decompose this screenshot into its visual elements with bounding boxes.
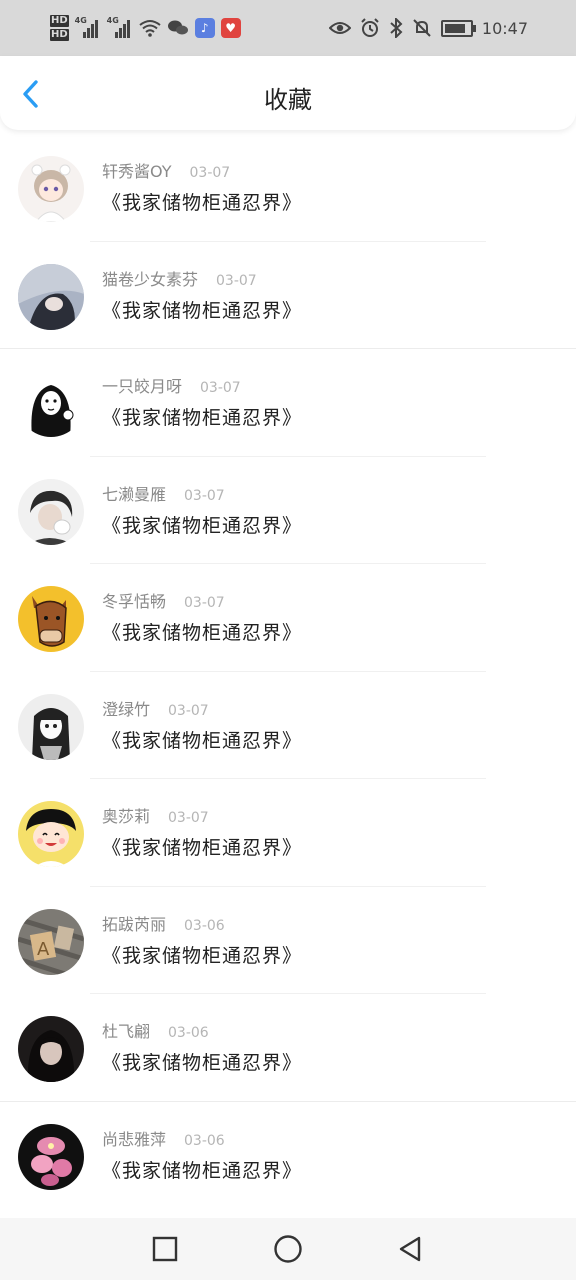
avatar[interactable] [18, 1123, 84, 1190]
avatar[interactable] [18, 801, 84, 867]
favorite-date: 03-07 [168, 810, 209, 826]
avatar[interactable] [18, 478, 84, 545]
list-item[interactable]: 尚悲雅萍 03-06 《我家储物柜通忍界》 [0, 1102, 576, 1210]
system-nav-bar [0, 1218, 576, 1280]
avatar[interactable] [18, 1016, 84, 1082]
list-item[interactable]: 猫卷少女素芬 03-07 《我家储物柜通忍界》 [0, 242, 576, 349]
wechat-icon [167, 20, 188, 35]
favorite-book-title[interactable]: 《我家储物柜通忍界》 [102, 511, 302, 538]
favorites-list: 轩秀酱OY 03-07 《我家储物柜通忍界》 猫卷少女素芬 03-07 《我家储物柜… [0, 134, 576, 1209]
circle-icon [274, 1235, 302, 1263]
status-left: HD HD 4G 4G ♪ ♥ [50, 12, 241, 44]
favorite-book-title[interactable]: 《我家储物柜通忍界》 [102, 296, 302, 323]
hd2-label: HD [50, 29, 69, 41]
favorite-date: 03-06 [168, 1025, 209, 1041]
favorite-user: 轩秀酱OY 03-07 [102, 162, 231, 181]
favorite-user: 冬孚恬畅 03-07 [102, 592, 225, 611]
list-item[interactable]: 冬孚恬畅 03-07 《我家储物柜通忍界》 [0, 564, 576, 672]
signal-1-icon: 4G [74, 16, 101, 38]
square-icon [152, 1236, 178, 1262]
favorite-date: 03-07 [168, 702, 209, 719]
favorite-book-title[interactable]: 《我家储物柜通忍界》 [102, 1156, 302, 1183]
favorite-user: 猫卷少女素芬 03-07 [102, 269, 257, 289]
recent-apps-button[interactable] [148, 1232, 182, 1266]
favorite-user: 尚悲雅萍 03-06 [102, 1129, 225, 1149]
favorite-date: 03-07 [200, 380, 241, 396]
favorite-book-title[interactable]: 《我家储物柜通忍界》 [102, 1048, 302, 1075]
favorite-book-title[interactable]: 《我家储物柜通忍界》 [102, 941, 302, 968]
net2-label: 4G [106, 16, 119, 25]
avatar[interactable] [18, 156, 84, 222]
list-item[interactable]: A 拓跋芮丽 03-06 《我家储物柜通忍界》 [0, 887, 576, 994]
avatar[interactable]: A [18, 908, 84, 975]
avatar[interactable] [18, 263, 84, 330]
status-bar: HD HD 4G 4G ♪ ♥ 10:47 [0, 0, 576, 56]
svg-text:A: A [37, 939, 50, 960]
net1-label: 4G [74, 16, 87, 25]
triangle-left-icon [399, 1236, 421, 1262]
favorite-date: 03-06 [184, 917, 225, 934]
favorite-date: 03-07 [189, 165, 231, 181]
list-item[interactable]: 一只皎月呀 03-07 《我家储物柜通忍界》 [0, 349, 576, 457]
avatar[interactable] [18, 586, 84, 652]
signal-2-icon: 4G [106, 16, 133, 38]
favorite-date: 03-07 [216, 272, 257, 289]
list-item[interactable]: 七濑曼雁 03-07 《我家储物柜通忍界》 [0, 457, 576, 564]
avatar[interactable] [18, 693, 84, 760]
list-item[interactable]: 轩秀酱OY 03-07 《我家储物柜通忍界》 [0, 134, 576, 242]
page-title: 收藏 [264, 86, 312, 114]
favorite-user: 澄绿竹 03-07 [102, 699, 209, 719]
favorite-user: 拓跋芮丽 03-06 [102, 914, 225, 934]
list-item[interactable]: 澄绿竹 03-07 《我家储物柜通忍界》 [0, 672, 576, 779]
mute-bell-icon [413, 19, 431, 37]
alarm-icon [361, 18, 379, 37]
list-item[interactable]: 杜飞翩 03-06 《我家储物柜通忍界》 [0, 994, 576, 1102]
hd-indicator: HD HD [50, 14, 69, 42]
bluetooth-icon [390, 18, 403, 38]
hd1-label: HD [50, 15, 69, 27]
favorite-user: 奥莎莉 03-07 [102, 807, 209, 826]
home-button[interactable] [271, 1232, 305, 1266]
nav-back-button[interactable] [393, 1232, 427, 1266]
favorite-date: 03-07 [184, 595, 225, 611]
app-header: 收藏 [0, 56, 576, 130]
favorite-user: 一只皎月呀 03-07 [102, 377, 241, 396]
music-app-icon: ♪ [194, 18, 215, 38]
favorite-book-title[interactable]: 《我家储物柜通忍界》 [102, 833, 302, 860]
favorite-book-title[interactable]: 《我家储物柜通忍界》 [102, 618, 302, 645]
favorite-book-title[interactable]: 《我家储物柜通忍界》 [102, 403, 302, 430]
favorite-date: 03-07 [184, 487, 225, 504]
eye-icon [328, 22, 351, 34]
status-right: 10:47 [328, 12, 528, 44]
favorite-user: 杜飞翩 03-06 [102, 1022, 209, 1041]
avatar[interactable] [18, 371, 84, 437]
list-item[interactable]: 奥莎莉 03-07 《我家储物柜通忍界》 [0, 779, 576, 887]
favorite-user: 七濑曼雁 03-07 [102, 484, 225, 504]
battery-icon [440, 19, 476, 37]
heart-app-icon: ♥ [220, 18, 241, 38]
clock-time: 10:47 [481, 18, 528, 38]
favorite-book-title[interactable]: 《我家储物柜通忍界》 [102, 726, 302, 753]
favorite-book-title[interactable]: 《我家储物柜通忍界》 [102, 188, 302, 215]
favorite-date: 03-06 [184, 1132, 225, 1149]
wifi-icon [139, 20, 161, 37]
